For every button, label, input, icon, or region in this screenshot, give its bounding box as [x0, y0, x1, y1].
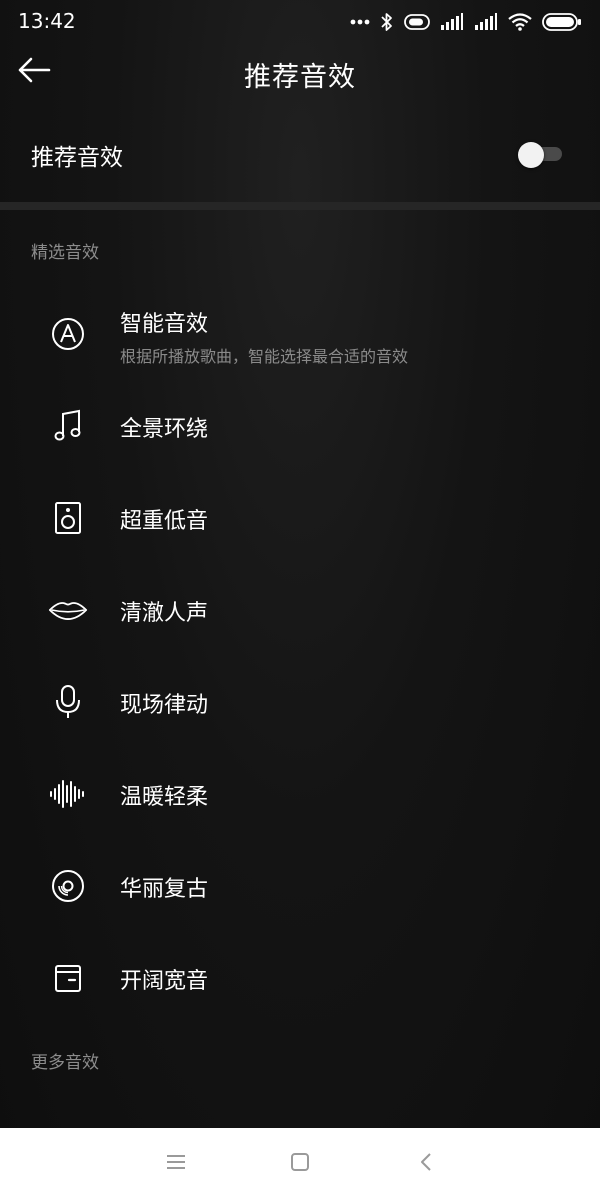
- bluetooth-icon: [380, 12, 394, 32]
- vinyl-record-icon: [48, 866, 88, 906]
- lips-icon: [48, 590, 88, 630]
- header: 推荐音效: [0, 44, 600, 100]
- effect-item-warm[interactable]: 温暖轻柔: [0, 754, 600, 834]
- sound-wave-icon: [48, 774, 88, 814]
- status-bar: 13:42: [0, 0, 600, 44]
- effect-title: 现场律动: [120, 693, 209, 718]
- wallet-icon: [48, 958, 88, 998]
- recommended-effects-toggle-row[interactable]: 推荐音效: [0, 122, 600, 186]
- effect-item-live[interactable]: 现场律动: [0, 662, 600, 742]
- recent-apps-button[interactable]: [160, 1148, 192, 1180]
- effect-item-retro[interactable]: 华丽复古: [0, 846, 600, 926]
- effect-item-vocal[interactable]: 清澈人声: [0, 570, 600, 650]
- alarm-capsule-icon: [404, 13, 430, 31]
- navigation-bar: [0, 1128, 600, 1200]
- microphone-icon: [48, 682, 88, 722]
- effect-title: 开阔宽音: [120, 969, 209, 994]
- home-button[interactable]: [284, 1148, 316, 1180]
- chevron-left-icon: [419, 1152, 433, 1176]
- signal-icon-2: [474, 13, 498, 31]
- more-dots-icon: [350, 19, 370, 25]
- effect-item-wide[interactable]: 开阔宽音: [0, 938, 600, 1018]
- signal-icon: [440, 13, 464, 31]
- toggle-label: 推荐音效: [31, 145, 123, 171]
- music-note-icon: [48, 406, 88, 446]
- section-divider: [0, 202, 600, 210]
- more-section-title: 更多音效: [31, 1053, 99, 1073]
- speaker-icon: [48, 498, 88, 538]
- status-icons: [350, 10, 582, 34]
- effect-item-bass[interactable]: 超重低音: [0, 478, 600, 558]
- battery-icon: [542, 13, 582, 31]
- effect-title: 全景环绕: [120, 417, 209, 442]
- effect-title: 华丽复古: [120, 877, 209, 902]
- screen: 13:42 推荐音效 推荐音效 精选音效 智能音效 根据所播放歌曲，智能选择最合…: [0, 0, 600, 1200]
- effect-subtitle: 根据所播放歌曲，智能选择最合适的音效: [120, 347, 409, 366]
- effect-item-smart[interactable]: 智能音效 根据所播放歌曲，智能选择最合适的音效: [0, 294, 600, 374]
- system-back-button[interactable]: [410, 1148, 442, 1180]
- effect-item-surround[interactable]: 全景环绕: [0, 386, 600, 466]
- auto-a-icon: [48, 314, 88, 354]
- toggle-knob: [518, 142, 544, 168]
- recommended-effects-toggle[interactable]: [518, 142, 562, 168]
- featured-section-title: 精选音效: [31, 243, 99, 263]
- effect-title: 温暖轻柔: [120, 785, 209, 810]
- page-title: 推荐音效: [244, 62, 356, 93]
- effect-title: 智能音效: [120, 312, 209, 337]
- effect-title: 超重低音: [120, 509, 209, 534]
- effect-title: 清澈人声: [120, 601, 209, 626]
- square-icon: [290, 1152, 310, 1176]
- wifi-icon: [508, 13, 532, 31]
- status-time: 13:42: [18, 9, 76, 33]
- menu-lines-icon: [166, 1154, 186, 1174]
